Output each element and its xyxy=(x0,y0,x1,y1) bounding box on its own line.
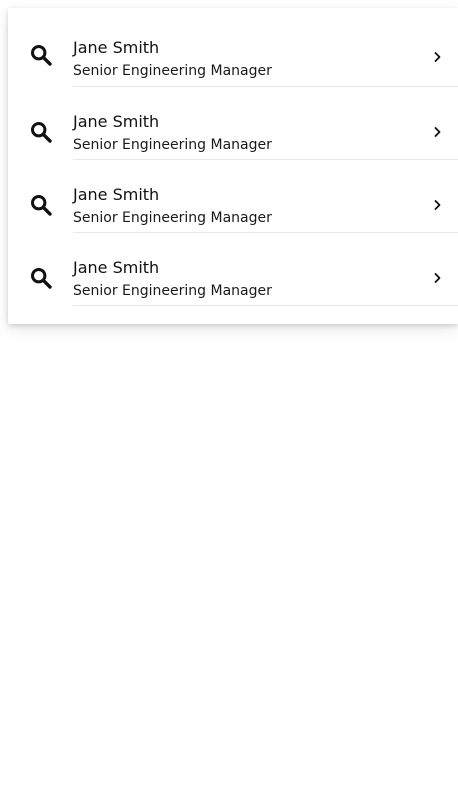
search-results-panel: Jane Smith Senior Engineering Manager Ja… xyxy=(8,8,458,324)
result-subtitle: Senior Engineering Manager xyxy=(73,137,272,153)
result-subtitle: Senior Engineering Manager xyxy=(73,63,272,79)
search-icon xyxy=(30,267,52,289)
search-icon xyxy=(30,121,52,143)
search-icon xyxy=(30,44,52,66)
list-item[interactable]: Jane Smith Senior Engineering Manager xyxy=(8,160,458,233)
list-item[interactable]: Jane Smith Senior Engineering Manager xyxy=(8,233,458,306)
result-subtitle: Senior Engineering Manager xyxy=(73,283,272,299)
search-icon xyxy=(30,194,52,216)
result-name: Jane Smith xyxy=(73,112,160,131)
divider xyxy=(73,305,458,306)
result-name: Jane Smith xyxy=(73,185,160,204)
chevron-right-icon xyxy=(433,197,443,211)
chevron-right-icon xyxy=(433,270,443,284)
search-results-list: Jane Smith Senior Engineering Manager Ja… xyxy=(8,14,458,306)
result-name: Jane Smith xyxy=(73,38,160,57)
list-item[interactable]: Jane Smith Senior Engineering Manager xyxy=(8,87,458,160)
chevron-right-icon xyxy=(433,124,443,138)
chevron-right-icon xyxy=(433,49,443,63)
result-subtitle: Senior Engineering Manager xyxy=(73,210,272,226)
result-name: Jane Smith xyxy=(73,258,160,277)
list-item[interactable]: Jane Smith Senior Engineering Manager xyxy=(8,14,458,87)
